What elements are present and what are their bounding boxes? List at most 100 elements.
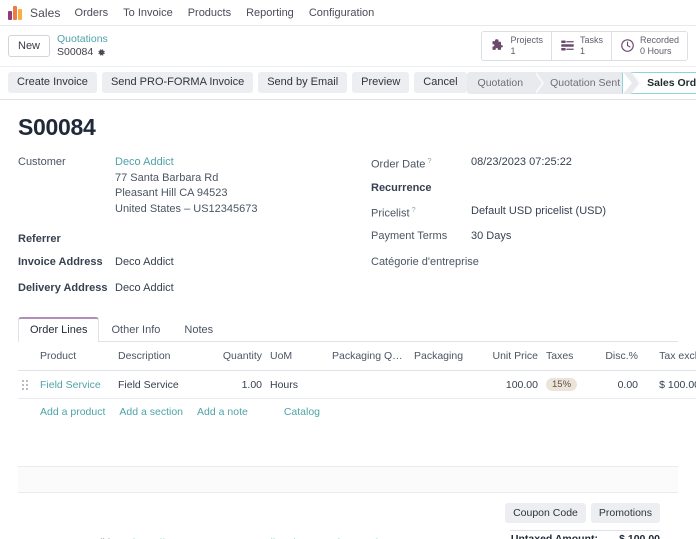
field-customer: Customer Deco Addict 77 Santa Barbara Rd… [18, 155, 363, 219]
cell-packaging-quantity[interactable] [328, 371, 410, 399]
col-tax-excl: Tax excl. [642, 342, 696, 371]
create-invoice-button[interactable]: Create Invoice [8, 72, 97, 93]
stat-button-projects[interactable]: Projects 1 [482, 32, 552, 60]
table-row[interactable]: Field Service Field Service 1.00 Hours 1… [18, 371, 696, 399]
add-a-note-link[interactable]: Add a note [197, 406, 248, 418]
col-uom: UoM [266, 342, 328, 371]
field-value-order-date[interactable]: 08/23/2023 07:25:22 [471, 155, 572, 171]
stat-label-recorded: Recorded [640, 35, 679, 46]
product-link[interactable]: Field Service [40, 379, 101, 391]
nav-brand-sales[interactable]: Sales [30, 6, 61, 20]
col-packaging: Packaging [410, 342, 480, 371]
notebook-tabs: Order Lines Other Info Notes [18, 317, 678, 342]
new-button[interactable]: New [8, 35, 50, 57]
status-bar: Quotation Quotation Sent Sales Order [467, 72, 696, 94]
tab-notes[interactable]: Notes [172, 317, 225, 342]
notebook: Order Lines Other Info Notes Product [18, 317, 678, 493]
col-quantity: Quantity [204, 342, 266, 371]
field-column-right: Order Date? 08/23/2023 07:25:22 Recurren… [363, 155, 678, 308]
customer-link[interactable]: Deco Addict [115, 155, 258, 171]
catalog-link[interactable]: Catalog [284, 406, 320, 418]
field-order-date: Order Date? 08/23/2023 07:25:22 [371, 155, 678, 171]
cell-unit-price[interactable]: 100.00 [480, 371, 542, 399]
add-a-product-link[interactable]: Add a product [40, 406, 105, 418]
lines-empty-space [18, 425, 678, 467]
field-value-pricelist[interactable]: Default USD pricelist (USD) [471, 204, 606, 220]
field-label-order-date: Order Date? [371, 155, 471, 171]
cancel-button[interactable]: Cancel [414, 72, 466, 93]
nav-item-reporting[interactable]: Reporting [246, 7, 294, 19]
customer-address-line-3: United States – US12345673 [115, 202, 258, 218]
breadcrumb-area: New Quotations S00084 [8, 33, 108, 59]
field-referrer: Referrer [18, 232, 363, 245]
add-a-section-link[interactable]: Add a section [119, 406, 183, 418]
record-sheet: S00084 Customer Deco Addict 77 Santa Bar… [0, 100, 696, 539]
field-label-customer: Customer [18, 155, 115, 168]
field-value-payment-terms[interactable]: 30 Days [471, 229, 511, 245]
cell-description[interactable]: Field Service [114, 371, 204, 399]
cell-quantity[interactable]: 1.00 [204, 371, 266, 399]
preview-button[interactable]: Preview [352, 72, 409, 93]
stage-quotation-label: Quotation [478, 77, 524, 89]
promotions-button[interactable]: Promotions [591, 503, 660, 523]
drag-handle-icon[interactable] [22, 380, 28, 390]
gear-icon[interactable] [97, 48, 106, 57]
stat-button-recorded[interactable]: Recorded 0 Hours [612, 32, 687, 60]
odoo-logo-icon[interactable] [8, 6, 22, 20]
action-buttons: Create Invoice Send PRO-FORMA Invoice Se… [8, 72, 467, 93]
breadcrumb-current: S00084 [57, 46, 108, 59]
cell-product[interactable]: Field Service [36, 371, 114, 399]
table-header-row: Product Description Quantity UoM Packagi… [18, 342, 696, 371]
nav-item-configuration[interactable]: Configuration [309, 7, 374, 19]
col-packaging-quantity: Packaging Quant... [328, 342, 410, 371]
stat-value-recorded: 0 Hours [640, 46, 679, 57]
field-value-delivery-address[interactable]: Deco Addict [115, 281, 174, 297]
totals-row-untaxed: Untaxed Amount: $ 100.00 [510, 531, 660, 539]
col-unit-price: Unit Price [480, 342, 542, 371]
breadcrumb-current-label: S00084 [57, 46, 93, 59]
stage-quotation-sent[interactable]: Quotation Sent [534, 72, 631, 94]
help-icon-order-date[interactable]: ? [427, 156, 431, 165]
send-by-email-button[interactable]: Send by Email [258, 72, 347, 93]
pricelist-label-text: Pricelist [371, 207, 410, 219]
field-payment-terms: Payment Terms 30 Days [371, 229, 678, 245]
add-line-row: Add a product Add a section Add a note C… [18, 399, 678, 425]
lines-gray-strip [18, 467, 678, 493]
totals-table: Untaxed Amount: $ 100.00 Tax 15%: $ 15.0… [510, 530, 660, 539]
control-panel-actions: Create Invoice Send PRO-FORMA Invoice Se… [0, 66, 696, 100]
cell-uom[interactable]: Hours [266, 371, 328, 399]
field-invoice-address: Invoice Address Deco Addict [18, 255, 363, 271]
col-handle [18, 342, 36, 371]
untaxed-value: $ 100.00 [598, 531, 660, 539]
field-value-invoice-address[interactable]: Deco Addict [115, 255, 174, 271]
send-proforma-invoice-button[interactable]: Send PRO-FORMA Invoice [102, 72, 253, 93]
untaxed-label: Untaxed Amount: [510, 531, 598, 539]
puzzle-icon [490, 38, 505, 53]
stage-sales-order-label: Sales Order [647, 77, 696, 89]
help-icon-pricelist[interactable]: ? [412, 205, 416, 214]
cell-taxes[interactable]: 15% [542, 371, 590, 399]
field-label-referrer: Referrer [18, 232, 115, 245]
field-label-categorie-entreprise: Catégorie d'entreprise [371, 255, 479, 268]
tab-order-lines[interactable]: Order Lines [18, 317, 99, 342]
field-label-delivery-address: Delivery Address [18, 281, 115, 294]
tab-other-info[interactable]: Other Info [99, 317, 172, 342]
cell-packaging[interactable] [410, 371, 480, 399]
breadcrumb-quotations[interactable]: Quotations [57, 33, 108, 46]
control-panel-top: New Quotations S00084 Projects [0, 26, 696, 66]
nav-item-orders[interactable]: Orders [75, 7, 109, 19]
field-value-customer: Deco Addict 77 Santa Barbara Rd Pleasant… [115, 155, 258, 219]
nav-item-to-invoice[interactable]: To Invoice [123, 7, 173, 19]
tax-badge: 15% [546, 378, 577, 391]
nav-item-products[interactable]: Products [188, 7, 231, 19]
form-scroll-area[interactable]: S00084 Customer Deco Addict 77 Santa Bar… [0, 100, 696, 539]
col-taxes: Taxes [542, 342, 590, 371]
col-description: Description [114, 342, 204, 371]
row-drag-handle-cell [18, 371, 36, 399]
coupon-code-button[interactable]: Coupon Code [505, 503, 586, 523]
field-label-payment-terms: Payment Terms [371, 229, 471, 242]
col-discount: Disc.% [590, 342, 642, 371]
stat-button-tasks[interactable]: Tasks 1 [552, 32, 612, 60]
stage-quotation[interactable]: Quotation [467, 72, 535, 94]
cell-discount[interactable]: 0.00 [590, 371, 642, 399]
